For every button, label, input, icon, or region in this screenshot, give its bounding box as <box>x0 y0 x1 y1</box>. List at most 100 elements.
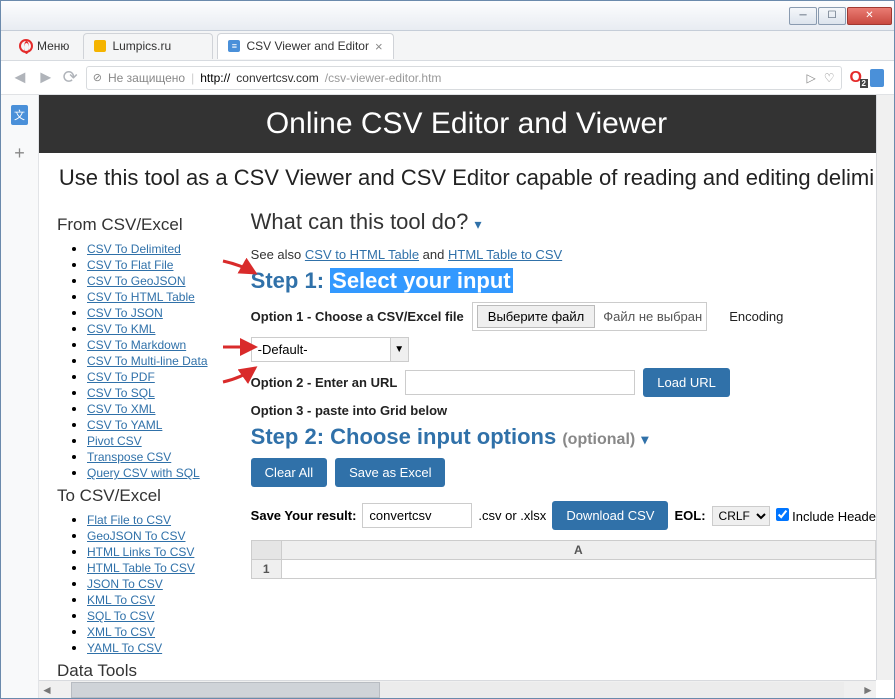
vertical-scrollbar[interactable] <box>876 95 894 680</box>
tab-lumpics[interactable]: Lumpics.ru <box>83 33 213 59</box>
insecure-icon: ⊘ <box>93 71 102 84</box>
sidebar-heading-from: From CSV/Excel <box>57 215 231 235</box>
sidebar-heading-tools: Data Tools <box>57 661 231 680</box>
horizontal-scrollbar[interactable]: ◄ ► <box>39 680 876 698</box>
sidebar-link[interactable]: HTML Table To CSV <box>87 561 195 575</box>
sidebar-link[interactable]: CSV To Flat File <box>87 258 173 272</box>
back-button[interactable]: ◄ <box>11 67 29 88</box>
favicon-icon <box>94 40 106 52</box>
sidebar-link[interactable]: XML To CSV <box>87 625 155 639</box>
sidebar-link[interactable]: CSV To Delimited <box>87 242 181 256</box>
step2-heading[interactable]: Step 2: Choose input options (optional) … <box>251 424 876 450</box>
caret-down-icon: ▾ <box>474 216 481 232</box>
load-url-button[interactable]: Load URL <box>643 368 730 397</box>
sidebar-link[interactable]: CSV To SQL <box>87 386 155 400</box>
security-label: Не защищено <box>108 71 185 85</box>
address-bar[interactable]: ⊘ Не защищено | http://convertcsv.com/cs… <box>86 66 842 90</box>
col-header[interactable]: A <box>281 541 875 560</box>
option1-label: Option 1 - Choose a CSV/Excel file <box>251 309 464 324</box>
eol-label: EOL: <box>674 508 705 523</box>
menu-label: Меню <box>37 39 69 53</box>
sidebar-link[interactable]: YAML To CSV <box>87 641 162 655</box>
page-subtitle: Use this tool as a CSV Viewer and CSV Ed… <box>57 153 876 203</box>
sidebar-link[interactable]: Transpose CSV <box>87 450 171 464</box>
encoding-label: Encoding <box>729 309 783 324</box>
forward-button[interactable]: ► <box>37 67 55 88</box>
sidebar-link[interactable]: CSV To YAML <box>87 418 162 432</box>
sidebar-link[interactable]: HTML Links To CSV <box>87 545 194 559</box>
download-csv-button[interactable]: Download CSV <box>552 501 668 530</box>
main-content: What can this tool do? ▾ See also CSV to… <box>251 209 876 680</box>
sidebar-link[interactable]: CSV To KML <box>87 322 155 336</box>
scroll-right-icon[interactable]: ► <box>860 683 876 697</box>
clear-all-button[interactable]: Clear All <box>251 458 327 487</box>
sidebar-link[interactable]: CSV To XML <box>87 402 155 416</box>
translate-icon[interactable]: 文 <box>11 105 28 125</box>
sidebar-link[interactable]: GeoJSON To CSV <box>87 529 185 543</box>
link-html-to-csv[interactable]: HTML Table to CSV <box>448 247 562 262</box>
scroll-left-icon[interactable]: ◄ <box>39 683 55 697</box>
url-input[interactable] <box>405 370 635 395</box>
save-result-label: Save Your result: <box>251 508 357 523</box>
extension-icon[interactable] <box>870 69 884 87</box>
encoding-select[interactable]: -Default- ▼ <box>251 337 409 362</box>
sidebar-link[interactable]: JSON To CSV <box>87 577 163 591</box>
opera-menu-button[interactable]: Меню <box>9 35 79 57</box>
close-button[interactable]: ✕ <box>847 7 892 25</box>
arrow-icon <box>221 257 261 281</box>
minimize-button[interactable]: ─ <box>789 7 817 25</box>
arrow-icon <box>221 337 261 357</box>
sidebar-link[interactable]: CSV To GeoJSON <box>87 274 185 288</box>
sidebar-link[interactable]: CSV To PDF <box>87 370 155 384</box>
what-can-heading[interactable]: What can this tool do? ▾ <box>251 209 876 235</box>
browser-urlbar: ◄ ► ⟳ ⊘ Не защищено | http://convertcsv.… <box>1 61 894 95</box>
browser-sidebar-rail: 文 + <box>1 95 39 698</box>
sidebar-link[interactable]: CSV To Multi-line Data <box>87 354 208 368</box>
row-header[interactable]: 1 <box>251 560 281 579</box>
option2-label: Option 2 - Enter an URL <box>251 375 398 390</box>
bookmark-icon[interactable]: ▷ <box>807 71 816 85</box>
tab-csv-viewer[interactable]: ≡ CSV Viewer and Editor × <box>217 33 393 59</box>
sidebar-link[interactable]: CSV To JSON <box>87 306 163 320</box>
tab-title: CSV Viewer and Editor <box>246 39 369 53</box>
file-status: Файл не выбран <box>603 309 702 324</box>
reload-button[interactable]: ⟳ <box>63 67 78 88</box>
sidebar-heading-to: To CSV/Excel <box>57 486 231 506</box>
sidebar-link[interactable]: CSV To Markdown <box>87 338 186 352</box>
scroll-thumb[interactable] <box>71 682 380 698</box>
sidebar-link[interactable]: CSV To HTML Table <box>87 290 195 304</box>
sidebar-link[interactable]: SQL To CSV <box>87 609 154 623</box>
include-header-checkbox[interactable]: Include Heade <box>776 508 876 524</box>
opera-extension-icon[interactable]: O2 <box>850 69 862 87</box>
add-panel-icon[interactable]: + <box>14 143 25 164</box>
caret-down-icon: ▾ <box>641 431 648 447</box>
eol-select[interactable]: CRLF <box>712 506 770 526</box>
browser-tabbar: Меню Lumpics.ru ≡ CSV Viewer and Editor … <box>1 31 894 61</box>
sidebar-link[interactable]: Flat File to CSV <box>87 513 171 527</box>
opera-logo-icon <box>19 39 33 53</box>
sidebar-link[interactable]: Pivot CSV <box>87 434 142 448</box>
choose-file-button[interactable]: Выберите файл <box>477 305 595 328</box>
ext-label: .csv or .xlsx <box>478 508 546 523</box>
sidebar-link[interactable]: Query CSV with SQL <box>87 466 200 480</box>
sidebar-link[interactable]: KML To CSV <box>87 593 155 607</box>
heart-icon[interactable]: ♡ <box>824 71 835 85</box>
sidebar-nav: From CSV/Excel CSV To Delimited CSV To Fl… <box>57 209 231 680</box>
filename-input[interactable] <box>362 503 472 528</box>
save-as-excel-button[interactable]: Save as Excel <box>335 458 445 487</box>
data-grid[interactable]: A 1 <box>251 540 876 579</box>
maximize-button[interactable]: ☐ <box>818 7 846 25</box>
link-csv-to-html[interactable]: CSV to HTML Table <box>305 247 419 262</box>
favicon-icon: ≡ <box>228 40 240 52</box>
see-also-text: See also CSV to HTML Table and HTML Tabl… <box>251 247 876 262</box>
arrow-icon <box>221 364 261 386</box>
window-titlebar: ─ ☐ ✕ <box>1 1 894 31</box>
page-title: Online CSV Editor and Viewer <box>39 95 894 153</box>
step1-heading: Step 1: Select your input <box>251 268 876 294</box>
chevron-down-icon[interactable]: ▼ <box>391 337 409 362</box>
page-viewport: Online CSV Editor and Viewer Use this to… <box>39 95 894 680</box>
tab-close-icon[interactable]: × <box>375 39 383 54</box>
option3-label: Option 3 - paste into Grid below <box>251 403 447 418</box>
url-path: /csv-viewer-editor.htm <box>325 71 442 85</box>
grid-cell[interactable] <box>281 560 875 579</box>
